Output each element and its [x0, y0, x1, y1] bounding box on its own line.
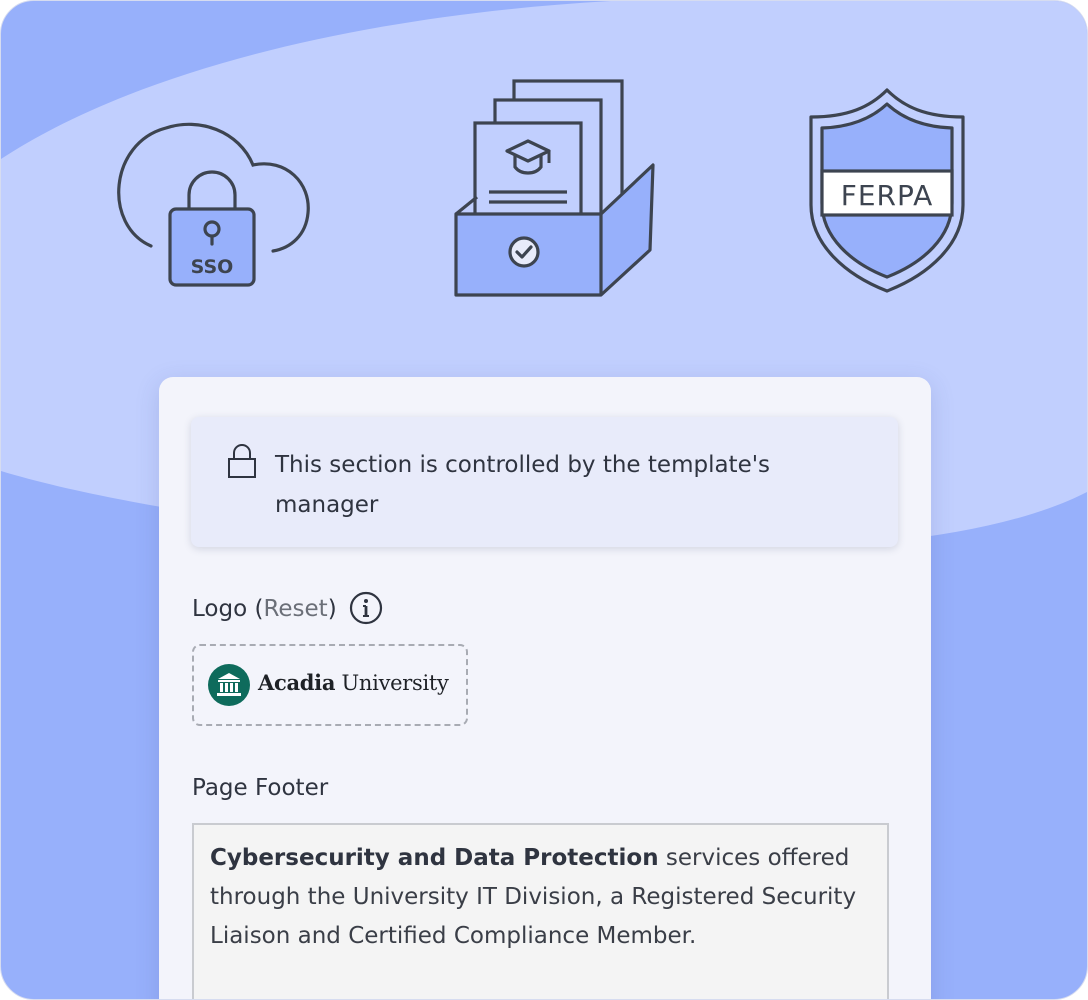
cloud-lock-icon: SSO — [117, 122, 310, 287]
sso-label: SSO — [191, 256, 234, 278]
info-icon[interactable] — [349, 591, 383, 625]
settings-card: This section is controlled by the templa… — [159, 377, 931, 999]
logo-name-rest: University — [335, 671, 449, 695]
footer-text-bold: Cybersecurity and Data Protection — [210, 845, 659, 871]
shield-icon: FERPA — [809, 88, 965, 293]
logo-paren-open: ( — [247, 596, 264, 622]
lock-icon — [228, 444, 256, 478]
logo-name-bold: Acadia — [258, 670, 336, 695]
page-footer-text: Cybersecurity and Data Protection servic… — [210, 839, 870, 956]
university-logo-text: Acadia University — [258, 670, 449, 695]
window-frame: SSO FERPA This section is controlled by … — [0, 0, 1088, 1000]
building-columns-icon — [208, 664, 250, 706]
page-footer-editor[interactable]: Cybersecurity and Data Protection servic… — [192, 823, 889, 999]
managed-section-notice: This section is controlled by the templa… — [191, 417, 898, 547]
page-footer-label: Page Footer — [192, 775, 329, 801]
logo-upload-area[interactable]: Acadia University — [192, 644, 468, 726]
education-archive-icon — [454, 79, 655, 297]
reset-logo-link[interactable]: Reset — [263, 596, 327, 622]
logo-paren-close: ) — [327, 596, 337, 622]
notice-text: This section is controlled by the templa… — [275, 452, 771, 518]
logo-label-text: Logo — [192, 596, 248, 622]
logo-field-label: Logo (Reset) — [192, 593, 337, 625]
ferpa-label: FERPA — [841, 179, 934, 212]
